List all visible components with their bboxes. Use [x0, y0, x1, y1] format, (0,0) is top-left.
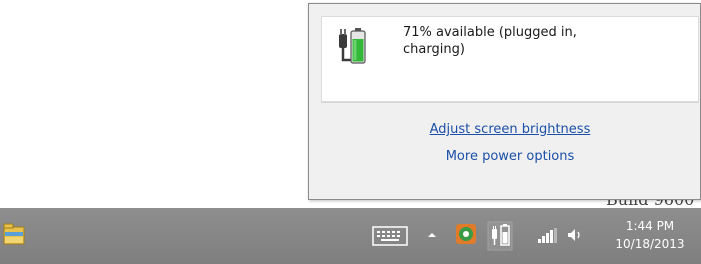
system-clock[interactable]: 1:44 PM 10/18/2013	[602, 217, 698, 253]
more-power-options-link[interactable]: More power options	[321, 149, 699, 164]
battery-status-text: 71% available (plugged in, charging)	[403, 25, 577, 57]
speaker-icon[interactable]	[566, 226, 584, 244]
chevron-up-icon[interactable]	[425, 228, 439, 242]
clock-date: 10/18/2013	[615, 237, 685, 251]
app-tray-icon[interactable]	[455, 223, 477, 245]
adjust-screen-brightness-link[interactable]: Adjust screen brightness	[321, 122, 699, 137]
flyout-divider	[321, 102, 699, 103]
taskbar: 1:44 PM 10/18/2013	[0, 208, 701, 264]
file-explorer-icon[interactable]	[2, 221, 26, 247]
battery-flyout: 71% available (plugged in, charging) Adj…	[308, 3, 701, 200]
power-plug-icon[interactable]	[486, 220, 514, 252]
battery-charging-icon	[337, 24, 371, 66]
clock-time: 1:44 PM	[625, 219, 675, 233]
touch-keyboard-icon[interactable]	[372, 226, 408, 246]
network-signal-icon[interactable]	[536, 228, 558, 244]
